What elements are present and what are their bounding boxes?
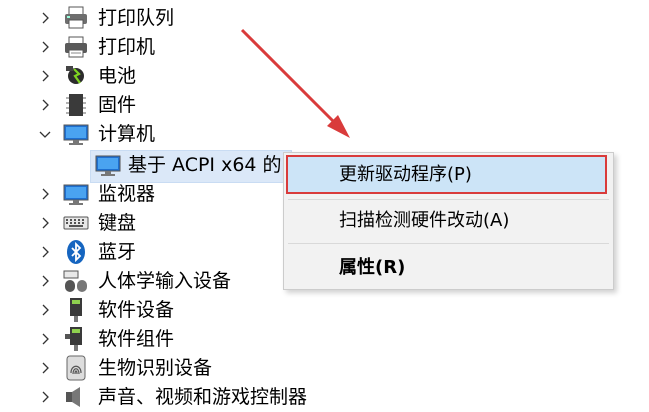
tree-item-print-queue[interactable]: 打印队列 — [0, 4, 649, 33]
menu-item-update-driver[interactable]: 更新驱动程序(P) — [286, 155, 607, 194]
tree-item-software-component[interactable]: 软件组件 — [0, 325, 649, 354]
tree-item-label: 生物识别设备 — [98, 357, 213, 379]
tree-item-label: 软件组件 — [98, 328, 175, 350]
chevron-right-icon[interactable] — [37, 360, 53, 376]
fingerprint-icon — [63, 355, 89, 381]
keyboard-icon — [63, 210, 89, 236]
battery-icon — [63, 63, 89, 89]
menu-separator — [288, 243, 609, 244]
menu-item-label: 更新驱动程序(P) — [339, 164, 472, 185]
context-menu: 更新驱动程序(P) 扫描检测硬件改动(A) 属性(R) — [283, 152, 614, 290]
chevron-right-icon[interactable] — [37, 39, 53, 55]
menu-item-label: 属性(R) — [339, 257, 406, 278]
tree-item-label: 蓝牙 — [98, 241, 137, 263]
computer-icon — [63, 121, 89, 147]
chevron-right-icon[interactable] — [37, 97, 53, 113]
bluetooth-icon — [63, 239, 89, 265]
chevron-right-icon[interactable] — [37, 215, 53, 231]
tree-item-audio[interactable]: 声音、视频和游戏控制器 — [0, 383, 649, 412]
software-component-icon — [63, 326, 89, 352]
tree-item-label: 打印机 — [98, 36, 156, 58]
tree-item-label: 键盘 — [98, 212, 137, 234]
tree-item-label: 固件 — [98, 94, 137, 116]
hid-icon — [63, 268, 89, 294]
menu-item-properties[interactable]: 属性(R) — [284, 248, 613, 288]
print-queue-icon — [63, 5, 89, 31]
tree-item-label: 人体学输入设备 — [98, 270, 232, 292]
chevron-down-icon[interactable] — [37, 126, 53, 142]
chevron-right-icon[interactable] — [37, 273, 53, 289]
monitor-icon — [63, 181, 89, 207]
tree-item-biometric[interactable]: 生物识别设备 — [0, 354, 649, 383]
monitor-icon — [95, 152, 121, 178]
tree-item-label: 计算机 — [98, 123, 156, 145]
tree-item-label: 打印队列 — [98, 7, 175, 29]
chevron-right-icon[interactable] — [37, 68, 53, 84]
menu-separator — [288, 199, 609, 200]
tree-item-label: 软件设备 — [98, 299, 175, 321]
tree-item-label: 基于 ACPI x64 的电 — [128, 154, 301, 176]
chevron-right-icon[interactable] — [37, 331, 53, 347]
menu-item-scan-hardware[interactable]: 扫描检测硬件改动(A) — [284, 201, 613, 241]
chevron-right-icon[interactable] — [37, 10, 53, 26]
printer-icon — [63, 34, 89, 60]
tree-item-computer[interactable]: 计算机 — [0, 120, 649, 149]
chevron-right-icon[interactable] — [37, 389, 53, 405]
firmware-icon — [63, 92, 89, 118]
tree-item-printer[interactable]: 打印机 — [0, 33, 649, 62]
audio-icon — [63, 384, 89, 410]
tree-item-label: 电池 — [98, 65, 137, 87]
tree-item-battery[interactable]: 电池 — [0, 62, 649, 91]
tree-item-label: 监视器 — [98, 183, 156, 205]
tree-item-label: 声音、视频和游戏控制器 — [98, 386, 308, 408]
software-device-icon — [63, 297, 89, 323]
menu-item-label: 扫描检测硬件改动(A) — [339, 210, 510, 231]
chevron-right-icon[interactable] — [37, 244, 53, 260]
tree-item-software-device[interactable]: 软件设备 — [0, 296, 649, 325]
chevron-right-icon[interactable] — [37, 186, 53, 202]
chevron-right-icon[interactable] — [37, 302, 53, 318]
tree-item-firmware[interactable]: 固件 — [0, 91, 649, 120]
